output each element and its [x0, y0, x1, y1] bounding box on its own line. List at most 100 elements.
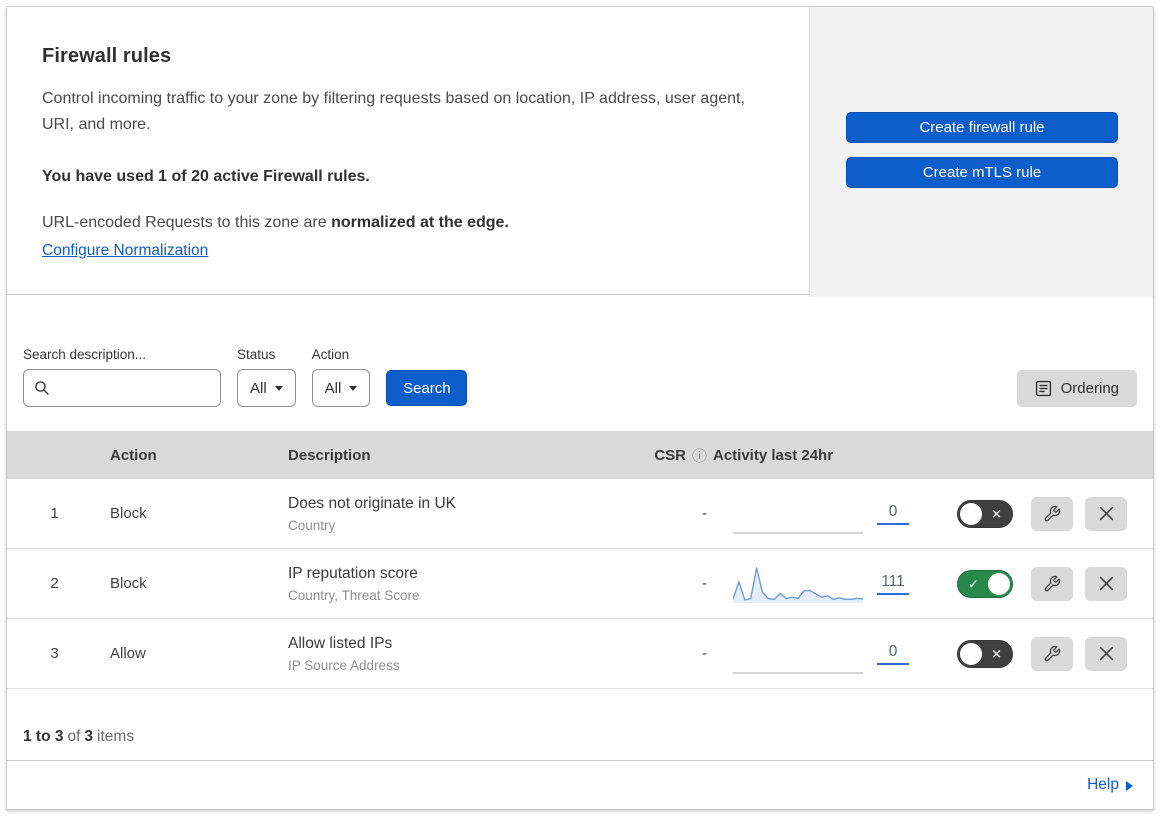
ordering-button[interactable]: Ordering	[1016, 370, 1137, 407]
filter-bar: Search description... Status All Action …	[7, 295, 1153, 407]
table-row: 3 Allow Allow listed IPs IP Source Addre…	[7, 619, 1153, 689]
edit-rule-button[interactable]	[1031, 566, 1073, 601]
activity-count-link[interactable]: 0	[877, 503, 909, 525]
rule-match-fields: Country	[288, 517, 336, 533]
action-filter-group: Action All	[311, 347, 371, 407]
toggle-state-icon: ✕	[991, 646, 1002, 661]
activity-count-link[interactable]: 0	[877, 643, 909, 665]
rule-description-cell: Allow listed IPs IP Source Address	[270, 634, 645, 673]
pagination-footer: 1 to 3 of 3 items	[7, 689, 1153, 761]
search-group: Search description...	[23, 347, 221, 407]
usage-summary: You have used 1 of 20 active Firewall ru…	[42, 167, 370, 185]
status-dropdown-value: All	[250, 379, 267, 397]
header-section: Firewall rules Control incoming traffic …	[7, 7, 1153, 297]
table-body: 1 Block Does not originate in UK Country…	[7, 479, 1153, 689]
create-actions-panel: Create firewall rule Create mTLS rule	[810, 7, 1153, 297]
rule-description: IP reputation score	[288, 565, 418, 583]
configure-normalization-link[interactable]: Configure Normalization	[42, 242, 208, 260]
activity-count-link[interactable]: 111	[877, 573, 909, 595]
help-row: Help	[7, 761, 1153, 809]
status-filter-group: Status All	[237, 347, 296, 407]
chevron-down-icon	[274, 385, 283, 391]
ordering-button-label: Ordering	[1060, 380, 1119, 397]
rules-table: Action Description CSR ⓘ Activity last 2…	[7, 431, 1153, 689]
header-csr: CSR ⓘ	[645, 445, 707, 466]
rule-toggle-cell: ✓	[939, 569, 1031, 598]
status-label: Status	[237, 347, 276, 362]
rule-toggle-cell: ✕	[939, 499, 1031, 528]
rule-description: Does not originate in UK	[288, 495, 457, 513]
firewall-rules-card: Firewall rules Control incoming traffic …	[6, 6, 1154, 810]
wrench-icon	[1044, 505, 1061, 521]
table-header-row: Action Description CSR ⓘ Activity last 2…	[7, 431, 1153, 479]
delete-rule-button[interactable]	[1085, 636, 1127, 671]
header-activity-label: Activity last 24hr	[713, 446, 834, 464]
header-action: Action	[110, 446, 157, 464]
create-firewall-rule-button[interactable]: Create firewall rule	[846, 112, 1118, 143]
rule-number: 1	[50, 505, 59, 522]
status-dropdown[interactable]: All	[237, 369, 296, 407]
close-icon	[1099, 646, 1113, 661]
rule-actions-cell	[1031, 496, 1153, 531]
edit-rule-button[interactable]	[1031, 496, 1073, 531]
rule-number: 2	[50, 575, 59, 592]
rule-activity-cell: 0	[707, 492, 939, 536]
rule-enabled-toggle[interactable]: ✕	[957, 639, 1013, 668]
header-csr-label: CSR	[654, 446, 686, 464]
info-icon[interactable]: ⓘ	[692, 445, 707, 466]
action-dropdown-value: All	[324, 379, 342, 397]
rule-csr-value: -	[702, 505, 707, 522]
items-total: 3	[84, 728, 94, 745]
rule-enabled-toggle[interactable]: ✕	[957, 499, 1013, 528]
ordering-list-icon	[1035, 380, 1051, 397]
rule-match-fields: Country, Threat Score	[288, 587, 420, 603]
rule-csr-value: -	[702, 575, 707, 592]
create-mtls-rule-button[interactable]: Create mTLS rule	[846, 157, 1118, 188]
rule-enabled-toggle[interactable]: ✓	[957, 569, 1013, 598]
rule-action-value: Block	[110, 575, 147, 592]
items-range: 1 to 3	[23, 728, 64, 745]
normalization-note: URL-encoded Requests to this zone are no…	[42, 214, 769, 232]
wrench-icon	[1044, 645, 1061, 661]
search-input[interactable]	[58, 370, 212, 406]
page-description: Control incoming traffic to your zone by…	[42, 90, 745, 133]
items-of-text: of	[67, 728, 81, 745]
rule-action-value: Allow	[110, 645, 146, 662]
page-title: Firewall rules	[42, 45, 172, 67]
action-dropdown[interactable]: All	[311, 369, 371, 407]
rule-description: Allow listed IPs	[288, 635, 393, 653]
normalization-note-text: URL-encoded Requests to this zone are	[42, 213, 332, 231]
header-activity: Activity last 24hr	[707, 447, 939, 464]
edit-rule-button[interactable]	[1031, 636, 1073, 671]
close-icon	[1099, 576, 1113, 591]
activity-sparkline	[733, 562, 863, 606]
search-label: Search description...	[23, 347, 147, 362]
table-row: 1 Block Does not originate in UK Country…	[7, 479, 1153, 549]
chevron-down-icon	[349, 385, 358, 391]
toggle-state-icon: ✓	[968, 576, 979, 591]
action-label: Action	[311, 347, 350, 362]
rule-activity-cell: 0	[707, 632, 939, 676]
normalization-note-bold: normalized at the edge.	[331, 213, 509, 231]
header-description: Description	[288, 446, 371, 464]
toggle-knob	[988, 572, 1010, 595]
search-icon	[35, 381, 49, 395]
help-link[interactable]: Help	[1087, 776, 1133, 794]
rule-action-value: Block	[110, 505, 147, 522]
rule-description-cell: Does not originate in UK Country	[270, 494, 645, 533]
header-text-panel: Firewall rules Control incoming traffic …	[7, 7, 810, 295]
rule-description-cell: IP reputation score Country, Threat Scor…	[270, 564, 645, 603]
table-row: 2 Block IP reputation score Country, Thr…	[7, 549, 1153, 619]
toggle-knob	[960, 502, 982, 525]
wrench-icon	[1044, 575, 1061, 591]
search-input-box[interactable]	[23, 369, 221, 407]
toggle-knob	[960, 642, 982, 665]
arrow-right-icon	[1126, 780, 1133, 791]
rule-activity-cell: 111	[707, 562, 939, 606]
activity-sparkline	[733, 492, 863, 536]
delete-rule-button[interactable]	[1085, 566, 1127, 601]
delete-rule-button[interactable]	[1085, 496, 1127, 531]
items-label: items	[97, 728, 135, 745]
search-button[interactable]: Search	[386, 370, 468, 406]
rule-match-fields: IP Source Address	[288, 657, 400, 673]
